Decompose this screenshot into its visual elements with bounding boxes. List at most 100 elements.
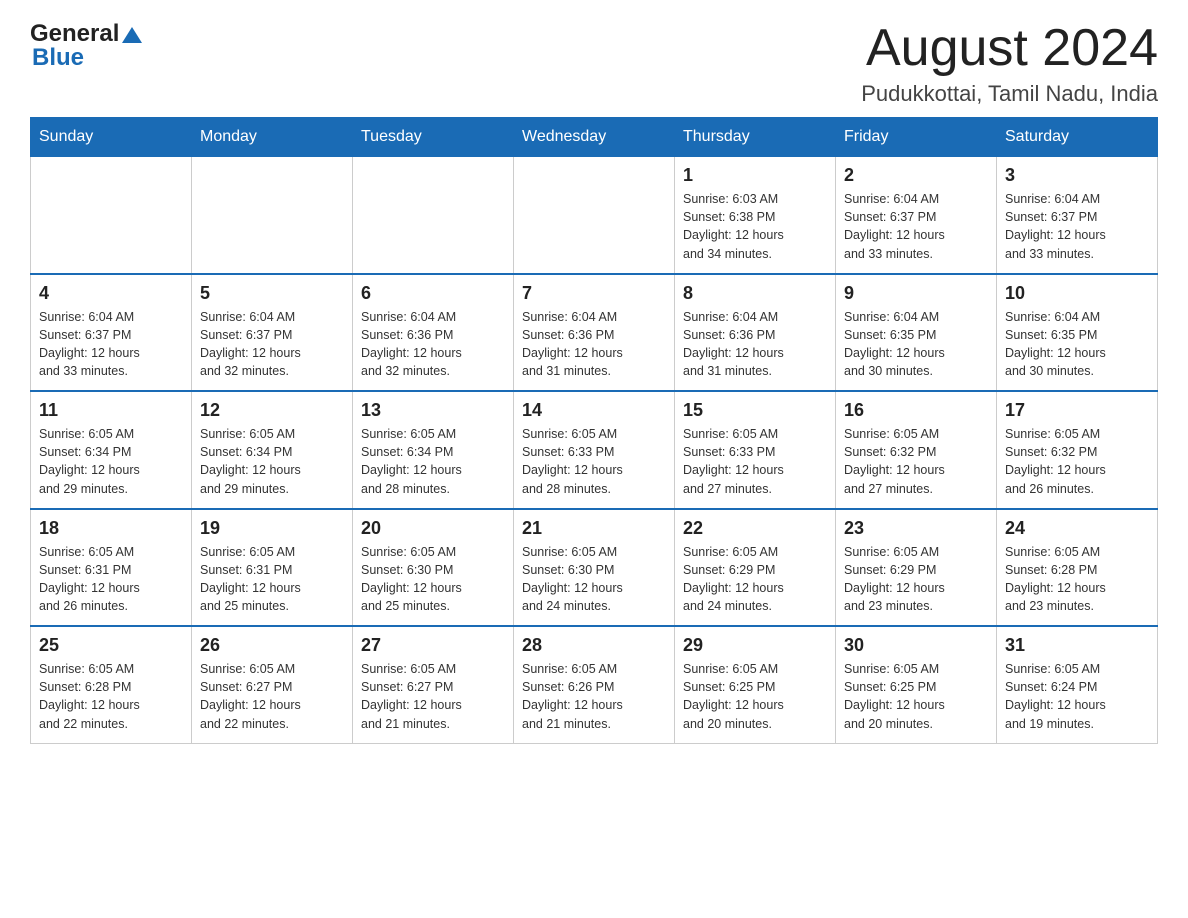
day-info: Sunrise: 6:05 AM Sunset: 6:26 PM Dayligh… — [522, 660, 666, 733]
weekday-header-wednesday: Wednesday — [514, 118, 675, 157]
calendar-cell: 27Sunrise: 6:05 AM Sunset: 6:27 PM Dayli… — [353, 626, 514, 743]
calendar-cell: 8 Sunrise: 6:04 AM Sunset: 6:36 PM Daylig… — [675, 274, 836, 392]
day-info: Sunrise: 6:05 AM Sunset: 6:34 PM Dayligh… — [39, 425, 183, 498]
weekday-header-saturday: Saturday — [997, 118, 1158, 157]
day-number: 20 — [361, 518, 505, 539]
calendar-cell — [353, 157, 514, 274]
day-info: Sunrise: 6:05 AM Sunset: 6:32 PM Dayligh… — [844, 425, 988, 498]
day-number: 15 — [683, 400, 827, 421]
day-number: 3 — [1005, 165, 1149, 186]
day-info: Sunrise: 6:05 AM Sunset: 6:30 PM Dayligh… — [361, 543, 505, 616]
day-info: Sunrise: 6:04 AM Sunset: 6:36 PM Dayligh… — [522, 308, 666, 381]
location-title: Pudukkottai, Tamil Nadu, India — [861, 81, 1158, 107]
week-row-2: 4 Sunrise: 6:04 AM Sunset: 6:37 PM Daylig… — [31, 274, 1158, 392]
day-number: 14 — [522, 400, 666, 421]
day-info: Sunrise: 6:03 AM Sunset: 6:38 PM Dayligh… — [683, 190, 827, 263]
day-number: 12 — [200, 400, 344, 421]
day-info: Sunrise: 6:05 AM Sunset: 6:28 PM Dayligh… — [39, 660, 183, 733]
day-info: Sunrise: 6:05 AM Sunset: 6:25 PM Dayligh… — [844, 660, 988, 733]
day-info: Sunrise: 6:04 AM Sunset: 6:37 PM Dayligh… — [200, 308, 344, 381]
page-header: General Blue August 2024 Pudukkottai, Ta… — [30, 20, 1158, 107]
calendar-cell: 7 Sunrise: 6:04 AM Sunset: 6:36 PM Daylig… — [514, 274, 675, 392]
calendar-cell: 29 Sunrise: 6:05 AM Sunset: 6:25 PM Dayli… — [675, 626, 836, 743]
week-row-3: 11 Sunrise: 6:05 AM Sunset: 6:34 PM Dayli… — [31, 391, 1158, 509]
calendar-cell: 6 Sunrise: 6:04 AM Sunset: 6:36 PM Daylig… — [353, 274, 514, 392]
day-info: Sunrise: 6:05 AM Sunset: 6:34 PM Dayligh… — [200, 425, 344, 498]
calendar-cell: 11 Sunrise: 6:05 AM Sunset: 6:34 PM Dayli… — [31, 391, 192, 509]
calendar-cell: 31 Sunrise: 6:05 AM Sunset: 6:24 PM Dayli… — [997, 626, 1158, 743]
day-number: 29 — [683, 635, 827, 656]
day-number: 18 — [39, 518, 183, 539]
logo-blue-text: Blue — [32, 44, 84, 72]
day-number: 11 — [39, 400, 183, 421]
day-number: 4 — [39, 283, 183, 304]
weekday-header-row: SundayMondayTuesdayWednesdayThursdayFrid… — [31, 118, 1158, 157]
day-info: Sunrise: 6:04 AM Sunset: 6:36 PM Dayligh… — [683, 308, 827, 381]
day-info: Sunrise: 6:04 AM Sunset: 6:37 PM Dayligh… — [1005, 190, 1149, 263]
day-number: 6 — [361, 283, 505, 304]
day-info: Sunrise: 6:05 AM Sunset: 6:32 PM Dayligh… — [1005, 425, 1149, 498]
calendar-cell: 9Sunrise: 6:04 AM Sunset: 6:35 PM Daylig… — [836, 274, 997, 392]
day-info: Sunrise: 6:04 AM Sunset: 6:35 PM Dayligh… — [1005, 308, 1149, 381]
calendar-cell — [31, 157, 192, 274]
day-info: Sunrise: 6:05 AM Sunset: 6:33 PM Dayligh… — [522, 425, 666, 498]
day-number: 7 — [522, 283, 666, 304]
weekday-header-sunday: Sunday — [31, 118, 192, 157]
day-number: 10 — [1005, 283, 1149, 304]
week-row-1: 1 Sunrise: 6:03 AM Sunset: 6:38 PM Daylig… — [31, 157, 1158, 274]
calendar-cell: 18 Sunrise: 6:05 AM Sunset: 6:31 PM Dayli… — [31, 509, 192, 627]
day-info: Sunrise: 6:05 AM Sunset: 6:31 PM Dayligh… — [200, 543, 344, 616]
calendar-cell: 30 Sunrise: 6:05 AM Sunset: 6:25 PM Dayli… — [836, 626, 997, 743]
day-number: 30 — [844, 635, 988, 656]
month-title: August 2024 — [861, 20, 1158, 77]
calendar-cell: 14 Sunrise: 6:05 AM Sunset: 6:33 PM Dayli… — [514, 391, 675, 509]
calendar-cell: 28 Sunrise: 6:05 AM Sunset: 6:26 PM Dayli… — [514, 626, 675, 743]
day-info: Sunrise: 6:05 AM Sunset: 6:30 PM Dayligh… — [522, 543, 666, 616]
weekday-header-tuesday: Tuesday — [353, 118, 514, 157]
week-row-5: 25 Sunrise: 6:05 AM Sunset: 6:28 PM Dayli… — [31, 626, 1158, 743]
calendar-table: SundayMondayTuesdayWednesdayThursdayFrid… — [30, 117, 1158, 744]
calendar-cell: 20 Sunrise: 6:05 AM Sunset: 6:30 PM Dayli… — [353, 509, 514, 627]
day-info: Sunrise: 6:05 AM Sunset: 6:31 PM Dayligh… — [39, 543, 183, 616]
day-number: 23 — [844, 518, 988, 539]
calendar-cell: 1 Sunrise: 6:03 AM Sunset: 6:38 PM Daylig… — [675, 157, 836, 274]
weekday-header-monday: Monday — [192, 118, 353, 157]
day-number: 28 — [522, 635, 666, 656]
day-info: Sunrise: 6:05 AM Sunset: 6:29 PM Dayligh… — [844, 543, 988, 616]
day-info: Sunrise: 6:05 AM Sunset: 6:25 PM Dayligh… — [683, 660, 827, 733]
calendar-cell: 5 Sunrise: 6:04 AM Sunset: 6:37 PM Daylig… — [192, 274, 353, 392]
calendar-cell: 3 Sunrise: 6:04 AM Sunset: 6:37 PM Daylig… — [997, 157, 1158, 274]
calendar-cell: 22Sunrise: 6:05 AM Sunset: 6:29 PM Dayli… — [675, 509, 836, 627]
calendar-cell: 12 Sunrise: 6:05 AM Sunset: 6:34 PM Dayli… — [192, 391, 353, 509]
calendar-cell: 23 Sunrise: 6:05 AM Sunset: 6:29 PM Dayli… — [836, 509, 997, 627]
day-number: 16 — [844, 400, 988, 421]
calendar-cell: 10 Sunrise: 6:04 AM Sunset: 6:35 PM Dayli… — [997, 274, 1158, 392]
calendar-cell: 17Sunrise: 6:05 AM Sunset: 6:32 PM Dayli… — [997, 391, 1158, 509]
calendar-cell: 13Sunrise: 6:05 AM Sunset: 6:34 PM Dayli… — [353, 391, 514, 509]
day-info: Sunrise: 6:05 AM Sunset: 6:24 PM Dayligh… — [1005, 660, 1149, 733]
day-number: 21 — [522, 518, 666, 539]
calendar-cell: 15Sunrise: 6:05 AM Sunset: 6:33 PM Dayli… — [675, 391, 836, 509]
calendar-cell: 16 Sunrise: 6:05 AM Sunset: 6:32 PM Dayli… — [836, 391, 997, 509]
day-number: 1 — [683, 165, 827, 186]
day-info: Sunrise: 6:04 AM Sunset: 6:36 PM Dayligh… — [361, 308, 505, 381]
calendar-cell: 19 Sunrise: 6:05 AM Sunset: 6:31 PM Dayli… — [192, 509, 353, 627]
day-info: Sunrise: 6:04 AM Sunset: 6:37 PM Dayligh… — [39, 308, 183, 381]
day-number: 8 — [683, 283, 827, 304]
weekday-header-friday: Friday — [836, 118, 997, 157]
weekday-header-thursday: Thursday — [675, 118, 836, 157]
day-info: Sunrise: 6:05 AM Sunset: 6:27 PM Dayligh… — [200, 660, 344, 733]
calendar-cell — [192, 157, 353, 274]
title-block: August 2024 Pudukkottai, Tamil Nadu, Ind… — [861, 20, 1158, 107]
calendar-cell — [514, 157, 675, 274]
day-number: 31 — [1005, 635, 1149, 656]
day-info: Sunrise: 6:05 AM Sunset: 6:28 PM Dayligh… — [1005, 543, 1149, 616]
day-number: 5 — [200, 283, 344, 304]
week-row-4: 18 Sunrise: 6:05 AM Sunset: 6:31 PM Dayli… — [31, 509, 1158, 627]
calendar-cell: 25 Sunrise: 6:05 AM Sunset: 6:28 PM Dayli… — [31, 626, 192, 743]
day-number: 25 — [39, 635, 183, 656]
day-info: Sunrise: 6:05 AM Sunset: 6:29 PM Dayligh… — [683, 543, 827, 616]
day-number: 19 — [200, 518, 344, 539]
logo: General Blue — [30, 20, 142, 72]
calendar-cell: 26Sunrise: 6:05 AM Sunset: 6:27 PM Dayli… — [192, 626, 353, 743]
